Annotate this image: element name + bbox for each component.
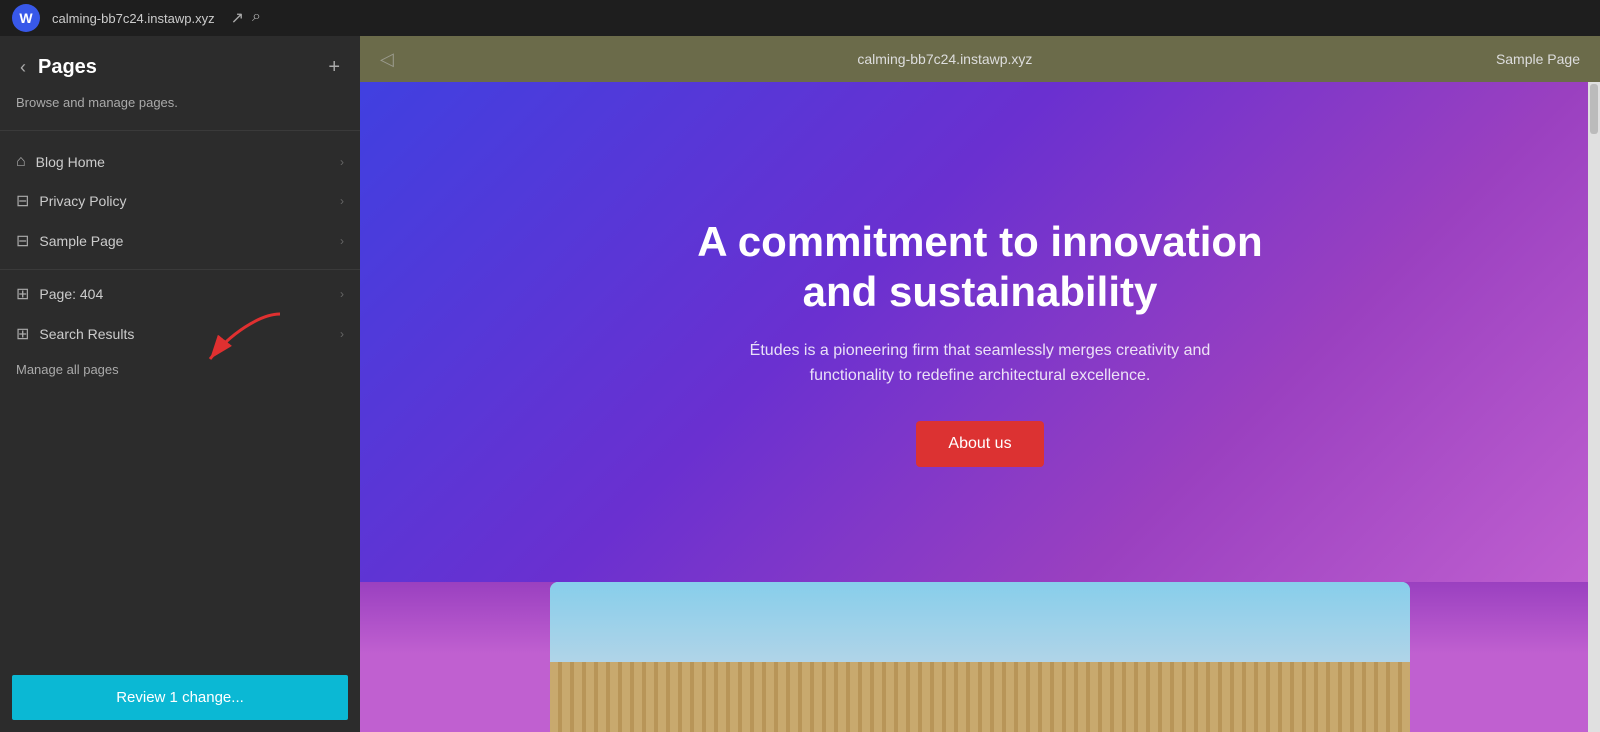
home-icon: ⌂	[16, 153, 26, 171]
page-list: ⌂ Blog Home › ⊟ Privacy Policy › ⊟ Sampl…	[0, 135, 360, 663]
page-item-label: Blog Home	[36, 154, 330, 170]
about-us-button[interactable]: About us	[916, 421, 1043, 467]
preview-url: calming-bb7c24.instawp.xyz	[394, 51, 1496, 67]
sidebar-subtitle: Browse and manage pages.	[0, 91, 360, 126]
page-item-label: Search Results	[39, 326, 330, 342]
scrollbar[interactable]	[1588, 82, 1600, 732]
page-item-label: Privacy Policy	[39, 193, 330, 209]
top-bar: W calming-bb7c24.instawp.xyz ↗ ⌕	[0, 0, 1600, 36]
template-icon: ⊞	[16, 284, 29, 304]
page-icon: ⊟	[16, 191, 29, 211]
external-link-icon[interactable]: ↗	[231, 8, 244, 28]
hero-subtitle: Études is a pioneering firm that seamles…	[730, 338, 1230, 389]
preview-nav-link[interactable]: Sample Page	[1496, 51, 1580, 67]
manage-all-pages[interactable]: Manage all pages	[0, 354, 360, 393]
preview-area: ◁ calming-bb7c24.instawp.xyz Sample Page…	[360, 36, 1600, 732]
preview-content[interactable]: A commitment to innovation and sustainab…	[360, 82, 1600, 732]
chevron-right-icon: ›	[340, 234, 344, 248]
sidebar-footer: Review 1 change...	[0, 663, 360, 732]
building-image	[550, 582, 1410, 732]
template-icon: ⊞	[16, 324, 29, 344]
review-changes-button[interactable]: Review 1 change...	[12, 675, 348, 720]
add-page-button[interactable]: +	[324, 52, 344, 83]
scrollbar-thumb[interactable]	[1590, 84, 1598, 134]
page-item-sample-page[interactable]: ⊟ Sample Page ›	[0, 221, 360, 261]
back-button[interactable]: ‹	[16, 53, 30, 82]
preview-topbar: ◁ calming-bb7c24.instawp.xyz Sample Page	[360, 36, 1600, 82]
chevron-right-icon: ›	[340, 194, 344, 208]
manage-all-label: Manage all pages	[16, 362, 119, 377]
hero-title: A commitment to innovation and sustainab…	[680, 217, 1280, 318]
site-url: calming-bb7c24.instawp.xyz	[52, 11, 215, 26]
nav-arrow-icon: ◁	[380, 49, 394, 70]
page-item-label: Page: 404	[39, 286, 330, 302]
sky-bg	[550, 582, 1410, 662]
page-item-blog-home[interactable]: ⌂ Blog Home ›	[0, 143, 360, 181]
search-icon[interactable]: ⌕	[252, 8, 261, 28]
building-section	[360, 582, 1600, 732]
chevron-right-icon: ›	[340, 155, 344, 169]
chevron-right-icon: ›	[340, 327, 344, 341]
building-facade	[550, 662, 1410, 732]
page-icon: ⊟	[16, 231, 29, 251]
page-item-label: Sample Page	[39, 233, 330, 249]
chevron-right-icon: ›	[340, 287, 344, 301]
page-item-search-results[interactable]: ⊞ Search Results ›	[0, 314, 360, 354]
main-area: ‹ Pages + Browse and manage pages. ⌂ Blo…	[0, 36, 1600, 732]
sidebar: ‹ Pages + Browse and manage pages. ⌂ Blo…	[0, 36, 360, 732]
hero-section: A commitment to innovation and sustainab…	[360, 82, 1600, 582]
top-divider	[0, 130, 360, 131]
top-bar-icons: ↗ ⌕	[231, 8, 261, 28]
sidebar-header: ‹ Pages +	[0, 36, 360, 91]
page-item-404[interactable]: ⊞ Page: 404 ›	[0, 274, 360, 314]
wp-logo[interactable]: W	[12, 4, 40, 32]
page-item-privacy-policy[interactable]: ⊟ Privacy Policy ›	[0, 181, 360, 221]
sidebar-title: Pages	[38, 56, 316, 79]
mid-divider	[0, 269, 360, 270]
